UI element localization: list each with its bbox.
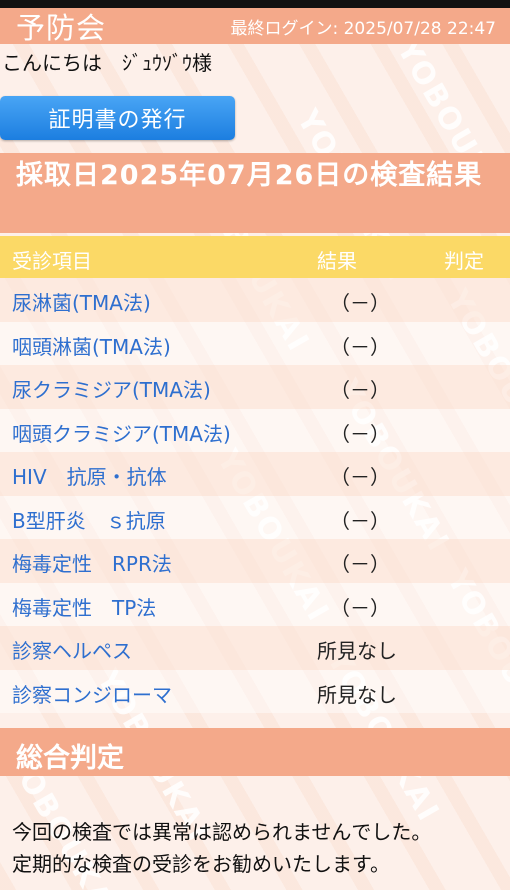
test-result: 所見なし	[317, 639, 397, 663]
last-login-timestamp: 最終ログイン: 2025/07/28 22:47	[230, 18, 496, 39]
test-result: （－）	[330, 291, 390, 315]
test-item-label: 診察コンジローマ	[12, 682, 172, 707]
result-section-header: 採取日2025年07月26日の検査結果	[0, 153, 510, 233]
test-result: （－）	[330, 552, 390, 576]
result-title: 採取日2025年07月26日の検査結果	[16, 160, 483, 191]
table-row: B型肝炎 ｓ抗原 （－）	[0, 495, 510, 539]
column-header-judgment: 判定	[444, 249, 484, 273]
table-row: 診察コンジローマ 所見なし	[0, 669, 510, 713]
issue-certificate-button[interactable]: 証明書の発行	[0, 96, 235, 140]
test-result: （－）	[330, 378, 390, 402]
test-item-label: 咽頭クラミジア(TMA法)	[12, 421, 231, 446]
table-row: 咽頭クラミジア(TMA法) （－）	[0, 408, 510, 452]
overall-judgment-line: 定期的な検査の受診をお勧めいたします。	[12, 852, 390, 876]
test-result: （－）	[330, 595, 390, 620]
table-row: 診察ヘルペス 所見なし	[0, 626, 510, 670]
test-result: （－）	[330, 508, 390, 533]
overall-judgment-line: 今回の検査では異常は認められませんでした。	[12, 820, 432, 844]
test-item-label: 診察ヘルペス	[12, 639, 132, 663]
table-row: HIV 抗原・抗体 （－）	[0, 452, 510, 496]
column-header-item: 受診項目	[12, 249, 92, 273]
test-result: （－）	[330, 334, 390, 359]
table-row: 梅毒定性 RPR法 （－）	[0, 539, 510, 583]
greeting-text: こんにちは ｼﾞｭｳｿﾞｳ様	[2, 51, 212, 75]
test-result: 所見なし	[317, 682, 397, 707]
site-title[interactable]: 予防会	[16, 5, 106, 47]
test-result: （－）	[330, 465, 390, 489]
test-item-label: 梅毒定性 TP法	[12, 595, 157, 620]
table-row: 尿淋菌(TMA法) （－）	[0, 278, 510, 322]
column-header-result: 結果	[317, 249, 357, 273]
test-item-label: B型肝炎 ｓ抗原	[12, 508, 166, 533]
test-item-label: HIV 抗原・抗体	[12, 465, 167, 489]
results-table-body: 尿淋菌(TMA法) （－） 咽頭淋菌(TMA法) （－） 尿クラミジア(TMA法…	[0, 278, 510, 714]
test-item-label: 咽頭淋菌(TMA法)	[12, 334, 171, 359]
test-result: （－）	[330, 421, 390, 446]
results-table-header: 受診項目 結果 判定	[0, 236, 510, 278]
test-item-label: 尿クラミジア(TMA法)	[12, 378, 211, 402]
table-row: 咽頭淋菌(TMA法) （－）	[0, 321, 510, 365]
table-row: 尿クラミジア(TMA法) （－）	[0, 365, 510, 409]
overall-judgment-title: 総合判定	[16, 743, 124, 774]
table-row: 梅毒定性 TP法 （－）	[0, 582, 510, 626]
overall-judgment-header: 総合判定	[0, 728, 510, 776]
test-item-label: 尿淋菌(TMA法)	[12, 291, 151, 315]
app-header: 予防会 最終ログイン: 2025/07/28 22:47	[0, 5, 510, 47]
overall-judgment-text: 今回の検査では異常は認められませんでした。 定期的な検査の受診をお勧めいたします…	[12, 816, 504, 880]
test-item-label: 梅毒定性 RPR法	[12, 552, 172, 576]
